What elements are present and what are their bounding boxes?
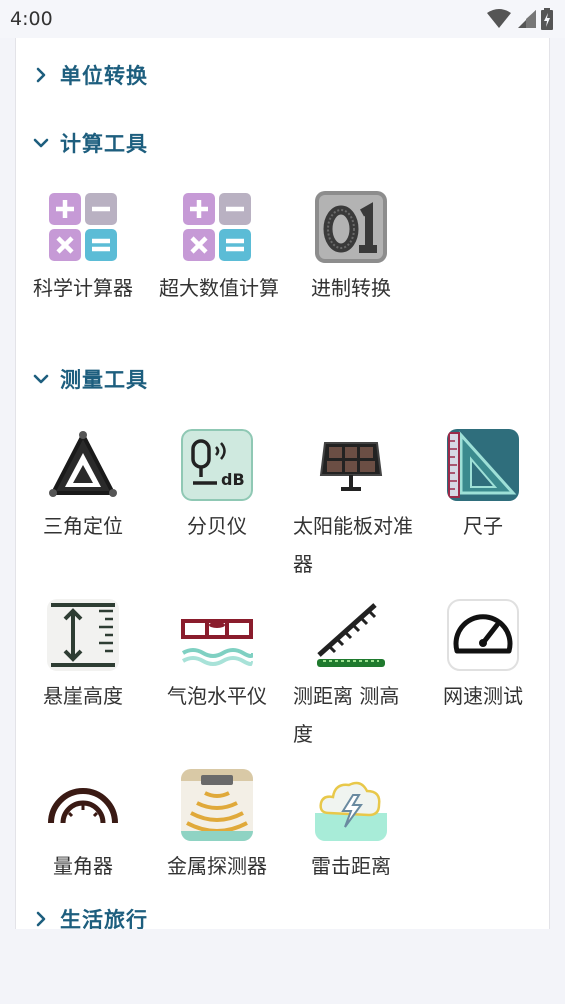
- section-title: 生活旅行: [60, 908, 148, 929]
- section-header-life-travel[interactable]: 生活旅行: [32, 901, 148, 929]
- calculator-icon: [181, 191, 253, 263]
- section-title: 单位转换: [60, 64, 148, 88]
- speedometer-icon: [447, 599, 519, 671]
- section-title: 测量工具: [60, 368, 148, 392]
- tool-label: 悬崖高度: [43, 684, 123, 708]
- binary-icon: [315, 191, 387, 263]
- tool-label: 三角定位: [43, 514, 123, 538]
- chevron-right-icon: [36, 67, 46, 83]
- section-header-calculation-tools[interactable]: 计算工具: [32, 125, 148, 161]
- tool-metal-detector[interactable]: 金属探测器: [150, 769, 284, 885]
- section-header-unit-conversion[interactable]: 单位转换: [32, 57, 148, 93]
- section-header-measurement-tools[interactable]: 测量工具: [32, 361, 148, 397]
- tool-scientific-calculator[interactable]: 科学计算器: [16, 191, 150, 307]
- svg-text:dB: dB: [221, 470, 245, 489]
- distance-icon: [315, 599, 387, 671]
- tool-measure-distance-height[interactable]: 测距离 测高度: [284, 599, 418, 753]
- tool-decibel-meter[interactable]: dB 分贝仪: [150, 429, 284, 545]
- tool-label: 雷击距离: [311, 854, 391, 878]
- bubble-level-icon: [181, 599, 253, 671]
- chevron-right-icon: [36, 911, 46, 927]
- decibel-meter-icon: dB: [181, 429, 253, 501]
- ruler-icon: [447, 429, 519, 501]
- tool-network-speed-test[interactable]: 网速测试: [416, 599, 549, 715]
- battery-charging-icon: [541, 8, 553, 30]
- status-time: 4:00: [10, 8, 53, 30]
- tool-solar-panel-aligner[interactable]: 太阳能板对准器: [284, 429, 418, 583]
- metal-detector-icon: [181, 769, 253, 841]
- tool-label: 气泡水平仪: [167, 684, 267, 708]
- tool-label: 科学计算器: [33, 276, 133, 300]
- tool-protractor[interactable]: 量角器: [16, 769, 150, 885]
- lightning-cloud-icon: [315, 769, 387, 841]
- bottom-area: [0, 929, 565, 1004]
- tool-triangulation[interactable]: 三角定位: [16, 429, 150, 545]
- tool-label: 分贝仪: [187, 514, 247, 538]
- cell-signal-icon: [518, 10, 536, 28]
- tool-label: 进制转换: [311, 276, 391, 300]
- tool-bubble-level[interactable]: 气泡水平仪: [150, 599, 284, 715]
- tool-lightning-distance[interactable]: 雷击距离: [284, 769, 418, 885]
- solar-panel-icon: [315, 429, 387, 501]
- tool-label: 尺子: [463, 514, 503, 538]
- chevron-down-icon: [33, 138, 49, 148]
- status-bar: 4:00: [0, 0, 565, 38]
- tool-big-number-calculator[interactable]: 超大数值计算: [150, 191, 284, 307]
- tool-base-conversion[interactable]: 进制转换: [284, 191, 418, 307]
- tool-label: 测距离 测高度: [293, 684, 400, 746]
- tool-label: 金属探测器: [167, 854, 267, 878]
- tool-label: 网速测试: [443, 684, 523, 708]
- status-icons: [487, 8, 553, 30]
- height-icon: [47, 599, 119, 671]
- wifi-icon: [487, 9, 511, 28]
- tool-ruler[interactable]: 尺子: [416, 429, 549, 545]
- tool-label: 超大数值计算: [159, 276, 279, 300]
- section-title: 计算工具: [60, 132, 148, 156]
- tool-cliff-height[interactable]: 悬崖高度: [16, 599, 150, 715]
- calculator-icon: [47, 191, 119, 263]
- chevron-down-icon: [33, 374, 49, 384]
- tool-label: 太阳能板对准器: [293, 514, 413, 576]
- protractor-icon: [47, 769, 119, 841]
- tool-label: 量角器: [53, 854, 113, 878]
- triangle-icon: [47, 429, 119, 501]
- tool-list-card: 单位转换 计算工具 科学计算器 超大数值计算 进制转换 测量工具 三角定位 dB…: [15, 38, 550, 929]
